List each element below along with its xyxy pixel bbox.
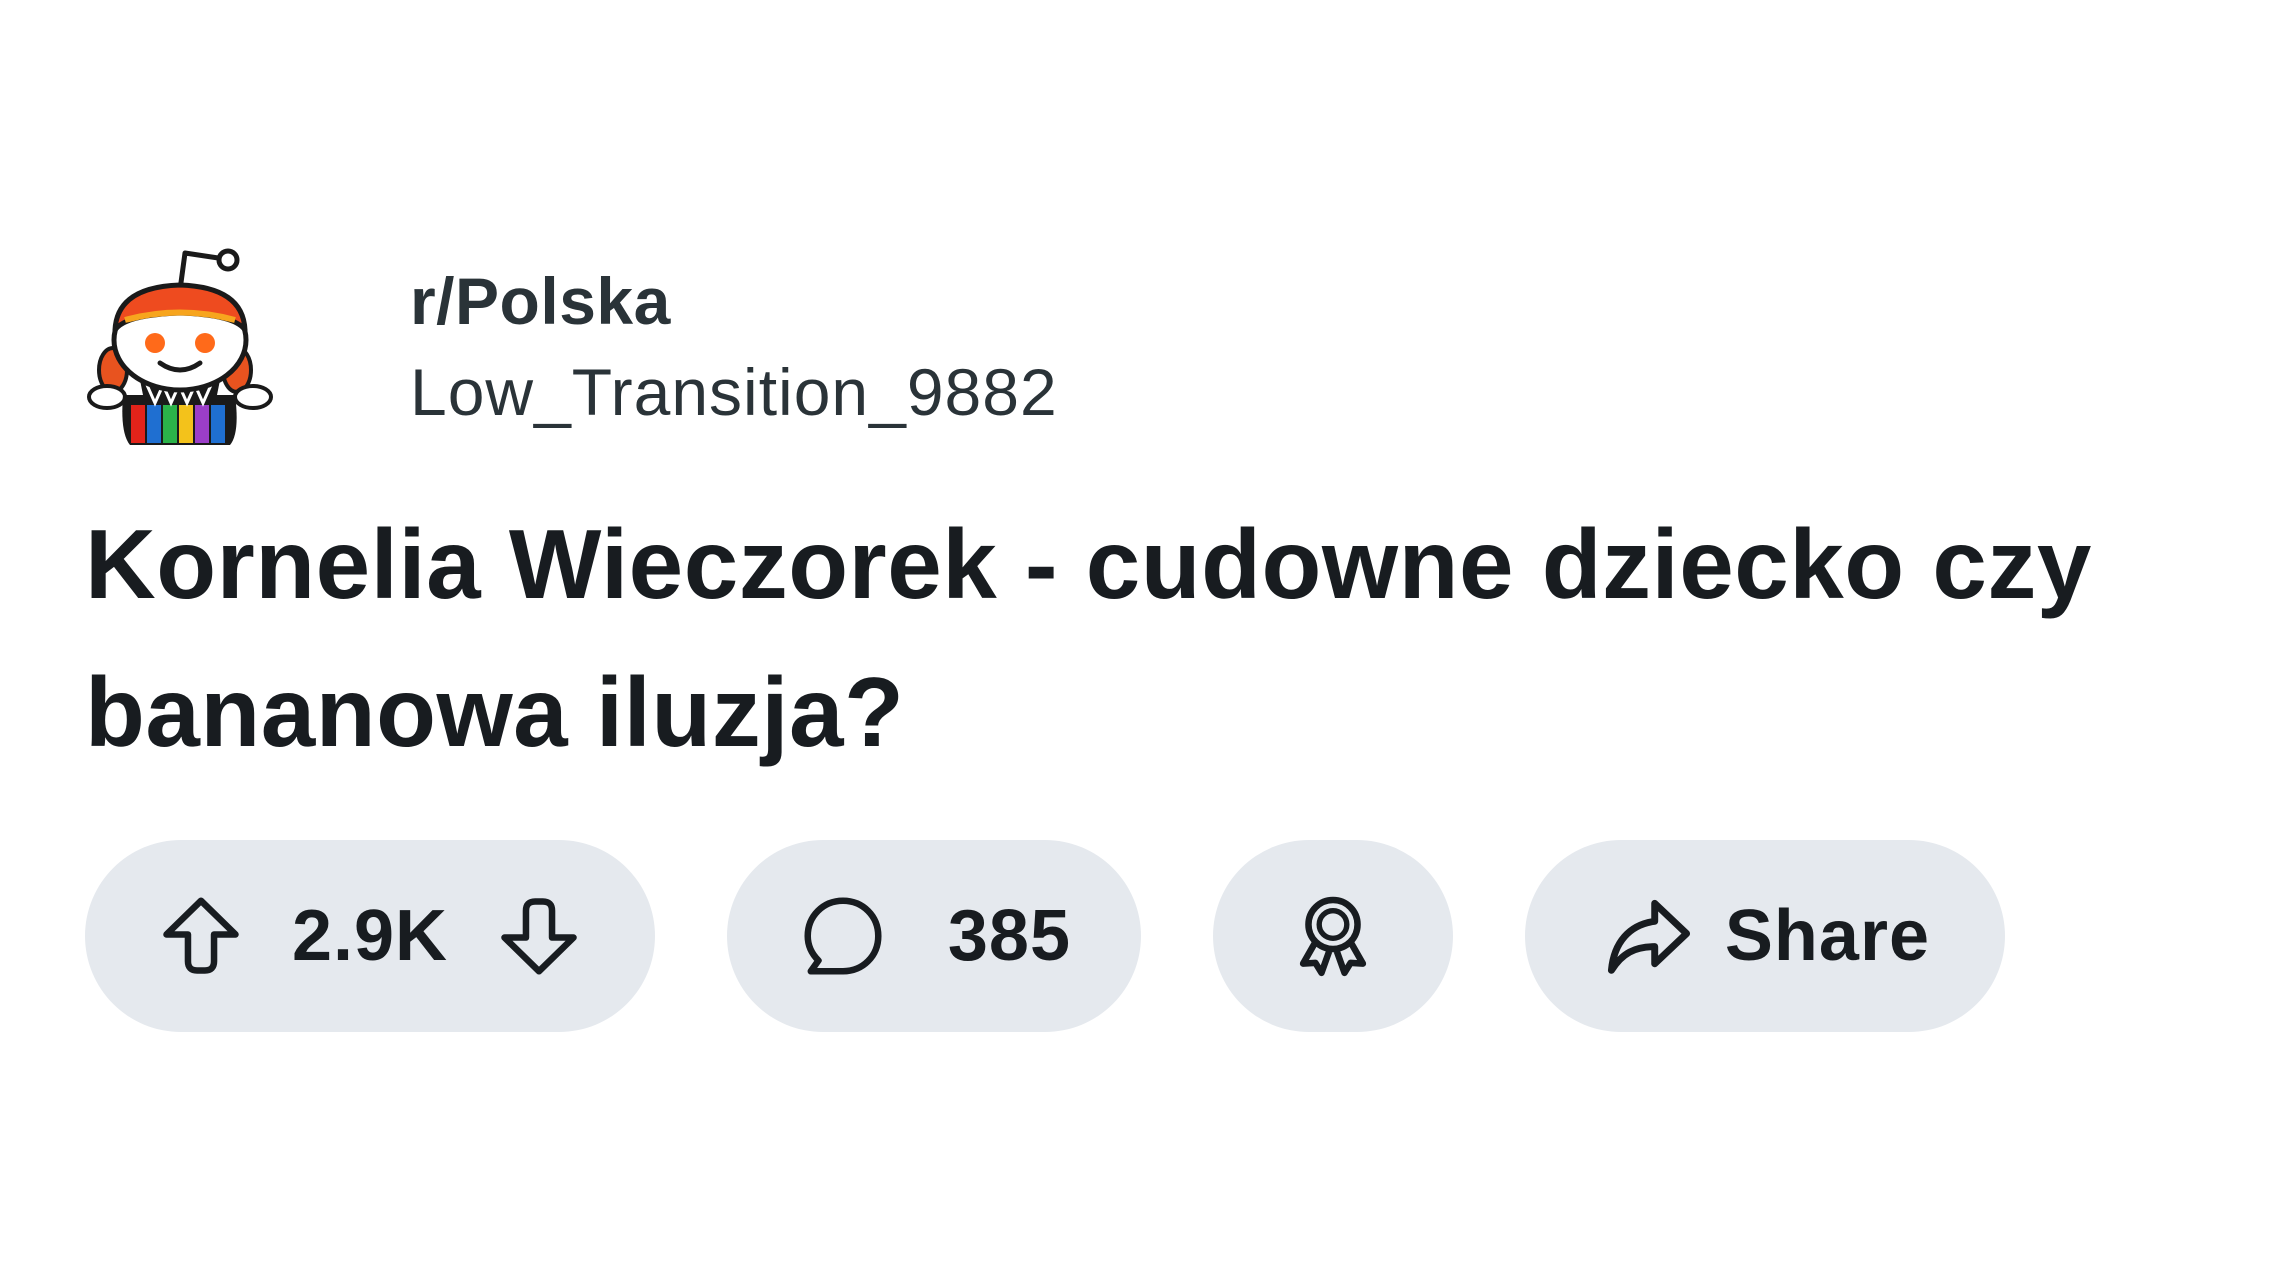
post-title[interactable]: Kornelia Wieczorek - cudowne dziecko czy…	[85, 490, 2205, 786]
share-label: Share	[1724, 896, 1930, 976]
author-name[interactable]: Low_Transition_9882	[410, 349, 1058, 435]
comment-icon	[797, 890, 889, 982]
post-header: r/Polska Low_Transition_9882	[85, 245, 1058, 450]
subreddit-name[interactable]: r/Polska	[410, 261, 1058, 341]
upvote-icon[interactable]	[155, 890, 247, 982]
award-button[interactable]	[1213, 840, 1453, 1032]
action-bar: 2.9K 385 Share	[85, 840, 2005, 1032]
post-meta: r/Polska Low_Transition_9882	[410, 261, 1058, 435]
share-icon	[1600, 887, 1698, 985]
vote-count: 2.9K	[291, 896, 449, 976]
share-button[interactable]: Share	[1525, 840, 2005, 1032]
vote-control: 2.9K	[85, 840, 655, 1032]
snoo-avatar-icon	[87, 248, 273, 445]
post-card: r/Polska Low_Transition_9882 Kornelia Wi…	[0, 0, 2280, 1284]
subreddit-avatar[interactable]	[85, 245, 275, 450]
comment-count: 385	[947, 896, 1071, 976]
downvote-icon[interactable]	[493, 890, 585, 982]
award-icon	[1287, 890, 1379, 982]
comments-button[interactable]: 385	[727, 840, 1141, 1032]
